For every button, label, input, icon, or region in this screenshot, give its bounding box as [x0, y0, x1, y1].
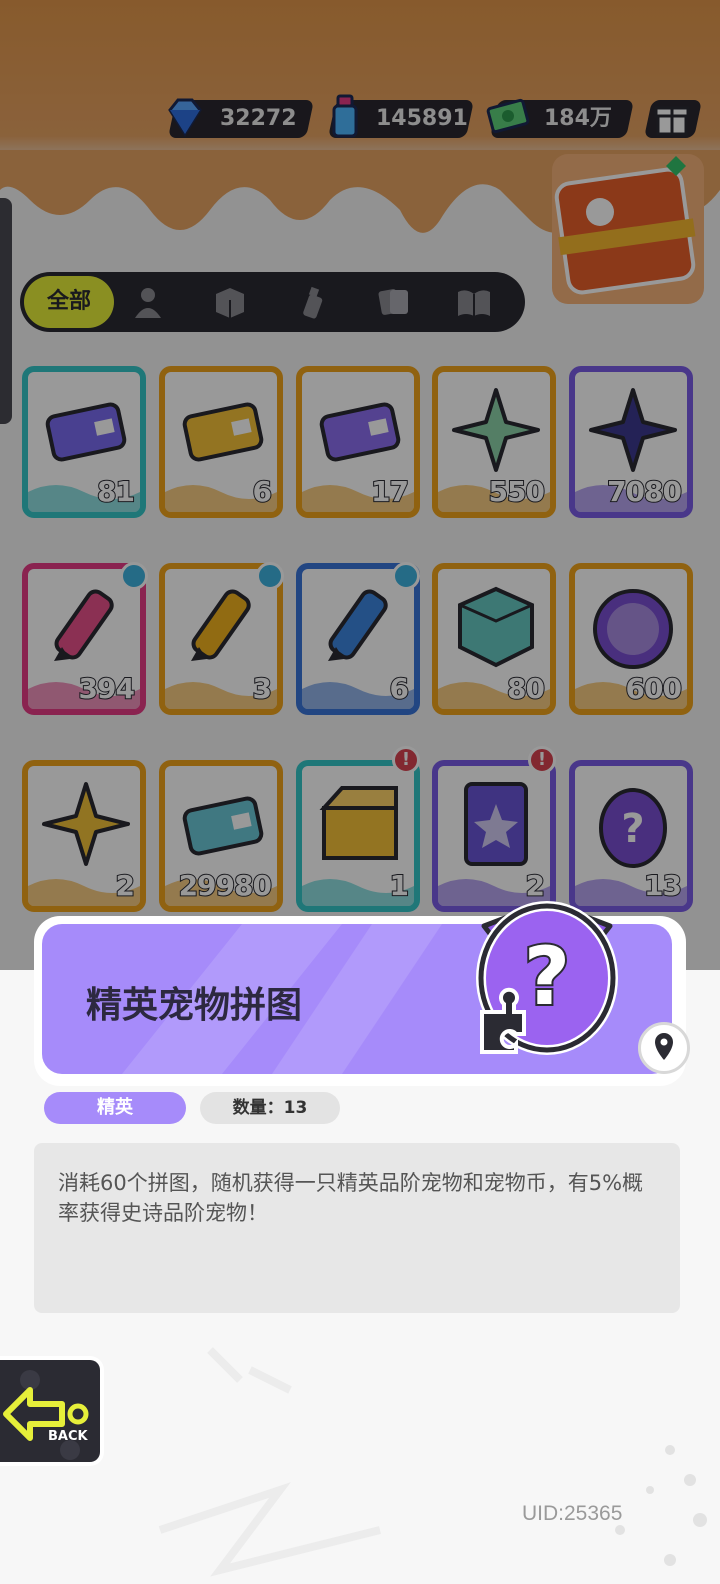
rarity-badge: 精英 — [44, 1092, 186, 1124]
svg-text:BACK: BACK — [48, 1429, 89, 1444]
item-title: 精英宠物拼图 — [86, 985, 303, 1026]
background-scribble-decoration — [158, 1347, 707, 1577]
svg-text:?: ? — [524, 930, 570, 1023]
back-arrow-icon: BACK — [3, 1370, 89, 1460]
user-id: UID:25365 — [522, 1502, 623, 1525]
map-pin-icon — [655, 1033, 673, 1060]
modal-overlay[interactable] — [0, 0, 720, 970]
item-description: 消耗60个拼图，随机获得一只精英品阶宠物和宠物币，有5%概率获得史诗品阶宠物！ — [58, 1171, 644, 1225]
mystery-egg-icon: ? — [476, 901, 618, 1055]
quantity-badge: 数量：13 — [200, 1092, 340, 1124]
back-button[interactable]: BACK — [0, 1356, 104, 1466]
location-button[interactable] — [638, 1022, 690, 1074]
